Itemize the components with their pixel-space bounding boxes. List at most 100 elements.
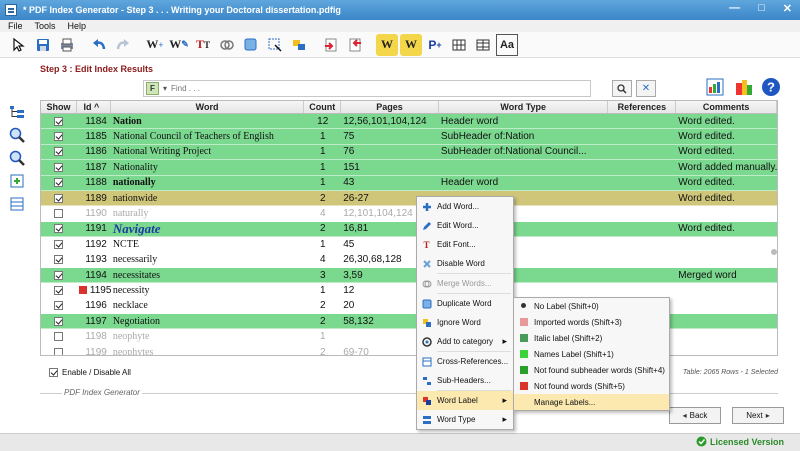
select-pointer-icon[interactable] xyxy=(8,34,30,56)
context-menu-item[interactable]: Duplicate Word xyxy=(417,294,513,313)
col-id[interactable]: Id ^ xyxy=(77,101,111,113)
cross-ref-icon[interactable] xyxy=(320,34,342,56)
table-columns-icon[interactable] xyxy=(448,34,470,56)
table-row[interactable]: 1185 National Council of Teachers of Engl… xyxy=(41,129,777,145)
crop-select-icon[interactable] xyxy=(264,34,286,56)
package-icon[interactable] xyxy=(733,76,755,98)
next-button[interactable]: Next ▸ xyxy=(732,407,784,424)
menu-tools[interactable]: Tools xyxy=(35,21,56,31)
label-option[interactable]: Imported words (Shift+3) xyxy=(514,314,669,330)
col-word-type[interactable]: Word Type xyxy=(439,101,609,113)
clear-search-button[interactable]: ✕ xyxy=(636,80,656,97)
enable-disable-all[interactable]: Enable / Disable All xyxy=(49,368,131,377)
col-show[interactable]: Show xyxy=(41,101,77,113)
maximize-button[interactable]: □ xyxy=(758,2,765,15)
label-option[interactable]: Not found words (Shift+5) xyxy=(514,378,669,394)
filter-icon[interactable]: F xyxy=(146,82,159,95)
menu-file[interactable]: File xyxy=(8,21,23,31)
context-menu-item[interactable]: Word Type ▸ xyxy=(417,410,513,429)
col-references[interactable]: References xyxy=(608,101,677,113)
minimize-button[interactable]: — xyxy=(729,2,740,15)
col-count[interactable]: Count xyxy=(304,101,342,113)
table-row[interactable]: 1192 NCTE 1 45 xyxy=(41,237,777,253)
page-plus-icon[interactable]: P + xyxy=(424,34,446,56)
label-option[interactable]: Italic label (Shift+2) xyxy=(514,330,669,346)
close-button[interactable]: ✕ xyxy=(783,2,792,15)
print-icon[interactable] xyxy=(56,34,78,56)
save-icon[interactable] xyxy=(32,34,54,56)
table-row[interactable]: 1194 necessitates 3 3,59 Merged word xyxy=(41,267,777,284)
context-menu-item[interactable]: Add Word... xyxy=(417,197,513,216)
label-icon[interactable] xyxy=(288,34,310,56)
word-label-yellow-icon[interactable]: W xyxy=(376,33,398,56)
show-checkbox[interactable] xyxy=(54,193,64,203)
font-size-icon[interactable]: Aa xyxy=(496,33,518,56)
table-row[interactable]: 1193 necessarily 4 26,30,68,128 xyxy=(41,253,777,268)
merge-icon[interactable] xyxy=(216,34,238,56)
context-menu-item[interactable]: Add to category ▸ xyxy=(417,332,513,351)
context-menu-item[interactable]: Edit Word... xyxy=(417,216,513,235)
add-row-icon[interactable] xyxy=(8,172,26,190)
back-button[interactable]: ◂ Back xyxy=(669,407,721,424)
table-row[interactable]: 1184 Nation 12 12,56,101,104,124 Header word… xyxy=(41,114,777,130)
count-cell: 4 xyxy=(319,208,326,220)
menu-help[interactable]: Help xyxy=(68,21,87,31)
label-option[interactable]: No Label (Shift+0) xyxy=(514,298,669,314)
show-checkbox[interactable] xyxy=(54,178,64,188)
col-comments[interactable]: Comments xyxy=(676,101,777,113)
table-rows-icon[interactable] xyxy=(472,34,494,56)
zoom-in-icon[interactable] xyxy=(8,126,26,144)
show-checkbox[interactable] xyxy=(54,132,64,142)
report-icon[interactable] xyxy=(704,76,726,98)
show-checkbox[interactable] xyxy=(54,255,64,265)
label-option[interactable]: Names Label (Shift+1) xyxy=(514,346,669,362)
table-view-icon[interactable] xyxy=(8,195,26,213)
col-word[interactable]: Word xyxy=(111,101,305,113)
add-word-icon[interactable]: W + xyxy=(144,34,166,56)
show-checkbox[interactable] xyxy=(54,116,64,126)
show-checkbox[interactable] xyxy=(54,285,64,295)
help-icon[interactable]: ? xyxy=(760,76,782,98)
show-checkbox[interactable] xyxy=(54,162,64,172)
table-row[interactable]: 1188 nationally 1 43 Header word Word edited. xyxy=(41,175,777,191)
show-checkbox[interactable] xyxy=(54,270,64,280)
table-row[interactable]: 1187 Nationality 1 151 Word added manually. xyxy=(41,160,777,176)
hierarchy-icon[interactable] xyxy=(8,103,26,121)
edit-font-icon[interactable]: TT xyxy=(192,34,214,56)
show-checkbox[interactable] xyxy=(54,347,64,355)
table-row[interactable]: 1190 naturally 4 12,101,104,124 xyxy=(41,206,777,222)
undo-icon[interactable] xyxy=(88,34,110,56)
sub-header-icon[interactable] xyxy=(344,34,366,56)
zoom-out-icon[interactable] xyxy=(8,149,26,167)
redo-icon[interactable] xyxy=(112,34,134,56)
edit-word-icon[interactable]: W ✎ xyxy=(168,34,190,56)
table-row[interactable]: 1191 Navigate 2 16,81 Word edited. xyxy=(41,221,777,238)
show-checkbox[interactable] xyxy=(54,147,64,157)
table-row[interactable]: 1186 National Writing Project 1 76 SubHeader… xyxy=(41,144,777,161)
word-label-yellow2-icon[interactable]: W xyxy=(400,33,422,56)
show-checkbox[interactable] xyxy=(54,209,64,219)
context-menu-item[interactable]: Cross-References... xyxy=(417,352,513,371)
back-label: Back xyxy=(689,411,708,420)
context-menu-item[interactable]: Word Label ▸ xyxy=(417,391,513,410)
search-button[interactable] xyxy=(612,80,632,97)
enable-all-checkbox[interactable] xyxy=(49,368,58,377)
label-option[interactable]: Not found subheader words (Shift+4) xyxy=(514,362,669,378)
show-checkbox[interactable] xyxy=(54,301,64,311)
context-menu-item[interactable]: Disable Word xyxy=(417,254,513,273)
scrollbar-thumb[interactable] xyxy=(771,249,777,255)
context-menu-item[interactable]: Merge Words... xyxy=(417,274,513,293)
show-checkbox[interactable] xyxy=(54,332,64,342)
filter-dropdown-icon[interactable]: ▾ xyxy=(163,84,167,93)
show-checkbox[interactable] xyxy=(54,224,64,234)
context-menu-item[interactable]: Sub-Headers... xyxy=(417,371,513,390)
search-input[interactable] xyxy=(171,84,572,93)
label-option[interactable]: Manage Labels... xyxy=(514,394,669,410)
show-checkbox[interactable] xyxy=(54,316,64,326)
col-pages[interactable]: Pages xyxy=(341,101,439,113)
context-menu-item[interactable]: T Edit Font... xyxy=(417,235,513,254)
context-menu-item[interactable]: Ignore Word xyxy=(417,313,513,332)
table-row[interactable]: 1189 nationwide 2 26-27 Word edited. xyxy=(41,190,777,207)
show-checkbox[interactable] xyxy=(54,239,64,249)
duplicate-icon[interactable] xyxy=(240,34,262,56)
